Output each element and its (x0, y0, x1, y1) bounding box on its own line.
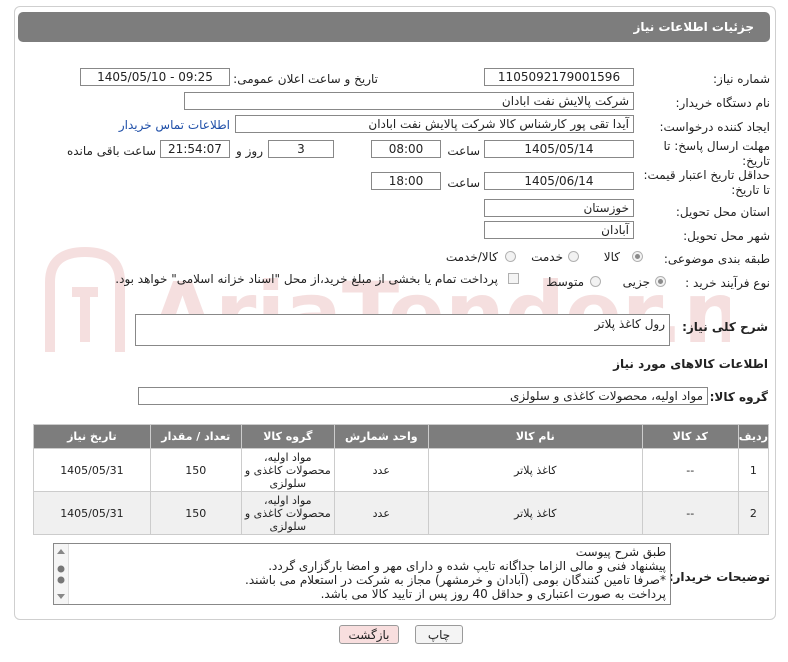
notes-line: طبق شرح پیوست (575, 545, 666, 559)
validity-time-field: 18:00 (371, 172, 441, 190)
col-group: گروه کالا (240, 424, 335, 449)
cell-unit: عدد (333, 448, 429, 492)
category-label: طبقه بندی موضوعی: (663, 252, 770, 266)
deadline-time-field: 08:00 (371, 140, 441, 158)
city-label: شهر محل تحویل: (683, 229, 770, 243)
notes-line: پیشنهاد فنی و مالی الزاما جداگانه تایپ ش… (268, 559, 666, 573)
cell-date: 1405/05/31 (33, 448, 151, 492)
deadline-label-date: تاریخ: (742, 154, 770, 168)
cell-qty: 150 (149, 491, 242, 535)
days-field: 3 (268, 140, 334, 158)
process-option-medium: متوسط (546, 275, 584, 289)
process-radio-medium[interactable] (590, 276, 601, 287)
announce-label: تاریخ و ساعت اعلان عمومی: (233, 72, 378, 86)
cell-row: 1 (737, 448, 770, 492)
items-table: ردیف کد کالا نام کالا واحد شمارش گروه کا… (33, 424, 770, 535)
buyer-org-field: شرکت پالایش نفت ابادان (184, 92, 634, 110)
buyer-contact-link[interactable]: اطلاعات تماس خریدار (119, 118, 230, 132)
table-row: 2 -- کاغذ پلاتر عدد مواد اولیه، محصولات … (33, 491, 770, 535)
announce-field: 1405/05/10 - 09:25 (80, 68, 230, 86)
cell-row: 2 (737, 491, 770, 535)
province-field: خوزستان (484, 199, 634, 217)
remaining-time-field: 21:54:07 (160, 140, 230, 158)
validity-label-date: تا تاریخ: (731, 183, 770, 197)
scroll-arrows-icon (57, 549, 65, 599)
need-number-field: 1105092179001596 (484, 68, 634, 86)
goods-group-label: گروه کالا: (709, 390, 768, 404)
validity-label: حداقل تاریخ اعتبار قیمت: (643, 168, 770, 182)
goods-section-title: اطلاعات کالاهای مورد نیاز (613, 357, 768, 371)
city-field: آبادان (484, 221, 634, 239)
notes-line: پرداخت به صورت اعتباری و حداقل 40 روز پس… (320, 587, 666, 601)
notes-line: *صرفا تامین کنندگان بومی (آبادان و خرمشه… (245, 573, 666, 587)
notes-scrollbar[interactable] (54, 544, 69, 604)
page-header: جزئیات اطلاعات نیاز (18, 12, 770, 42)
cell-date: 1405/05/31 (33, 491, 151, 535)
col-row: ردیف (737, 424, 770, 449)
process-option-minor: جزیی (622, 275, 650, 289)
back-button[interactable]: بازگشت (339, 625, 399, 644)
cell-name: کاغذ پلاتر (427, 491, 643, 535)
deadline-label: مهلت ارسال پاسخ: تا (663, 139, 770, 153)
table-row: 1 -- کاغذ پلاتر عدد مواد اولیه، محصولات … (33, 448, 770, 492)
days-label: روز و (236, 144, 263, 158)
notes-field[interactable]: طبق شرح پیوست پیشنهاد فنی و مالی الزاما … (53, 543, 671, 605)
creator-label: ایجاد کننده درخواست: (659, 120, 770, 134)
print-button[interactable]: چاپ (415, 625, 463, 644)
remaining-label: ساعت باقی مانده (66, 144, 156, 158)
deadline-date-field: 1405/05/14 (484, 140, 634, 158)
process-label: نوع فرآیند خرید : (685, 276, 770, 290)
validity-time-label: ساعت (447, 176, 480, 190)
category-option-goods: کالا (603, 250, 620, 264)
creator-field: آیدا تقی پور کارشناس کالا شرکت پالایش نف… (235, 115, 634, 133)
notes-label: توضیحات خریدار: (668, 570, 770, 584)
buyer-org-label: نام دستگاه خریدار: (675, 96, 771, 110)
table-header-row: ردیف کد کالا نام کالا واحد شمارش گروه کا… (33, 424, 770, 449)
category-radio-both[interactable] (505, 251, 516, 262)
col-code: کد کالا (641, 424, 739, 449)
cell-name: کاغذ پلاتر (427, 448, 643, 492)
page-title: جزئیات اطلاعات نیاز (633, 20, 754, 34)
cell-code: -- (641, 491, 739, 535)
cell-group: مواد اولیه، محصولات کاغذی و سلولزی (240, 448, 335, 492)
need-number-label: شماره نیاز: (713, 72, 770, 86)
cell-code: -- (641, 448, 739, 492)
summary-field[interactable]: رول کاغذ پلاتر (135, 314, 670, 346)
cell-group: مواد اولیه، محصولات کاغذی و سلولزی (240, 491, 335, 535)
goods-group-field: مواد اولیه، محصولات کاغذی و سلولزی (138, 387, 708, 405)
validity-date-field: 1405/06/14 (484, 172, 634, 190)
col-qty: تعداد / مقدار (149, 424, 242, 449)
treasury-payment-checkbox[interactable] (508, 273, 519, 284)
category-radio-service[interactable] (568, 251, 579, 262)
cell-qty: 150 (149, 448, 242, 492)
col-date: تاریخ نیاز (33, 424, 151, 449)
province-label: استان محل تحویل: (675, 205, 770, 219)
watermark-logo: AriaTender.neT (45, 246, 730, 362)
deadline-time-label: ساعت (447, 144, 480, 158)
treasury-payment-note: پرداخت تمام یا بخشی از مبلغ خرید،از محل … (115, 272, 498, 286)
category-radio-goods[interactable] (632, 251, 643, 262)
col-unit: واحد شمارش (333, 424, 429, 449)
process-radio-minor[interactable] (655, 276, 666, 287)
category-option-service: خدمت (531, 250, 563, 264)
category-option-both: کالا/خدمت (445, 250, 498, 264)
summary-label: شرح کلی نیاز: (682, 320, 768, 334)
col-name: نام کالا (427, 424, 643, 449)
cell-unit: عدد (333, 491, 429, 535)
